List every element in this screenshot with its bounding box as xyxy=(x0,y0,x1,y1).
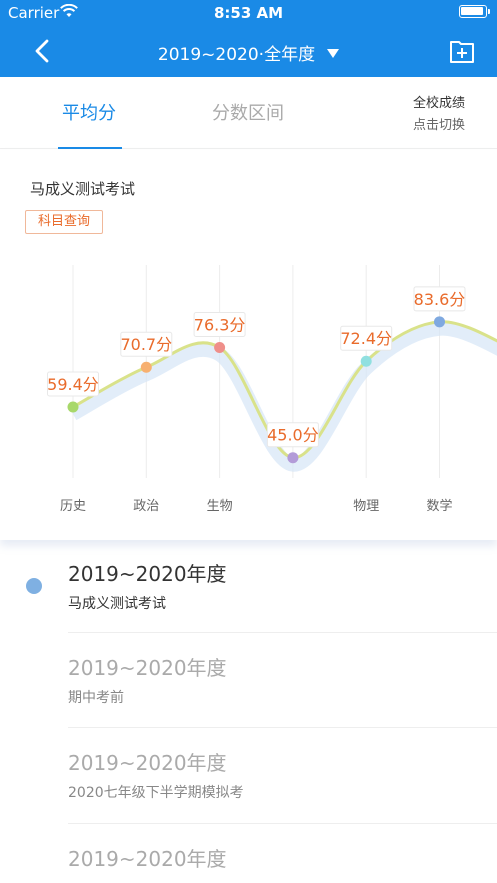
data-label: 70.7分 xyxy=(120,331,173,357)
x-tick-label: 物理 xyxy=(353,499,379,514)
data-label: 76.3分 xyxy=(193,312,246,338)
selected-dot-icon xyxy=(26,578,42,594)
record-year: 2019~2020年度 xyxy=(68,562,227,586)
data-label: 72.4分 xyxy=(340,325,393,351)
nav-title-text: 2019~2020·全年度 xyxy=(157,45,316,65)
x-tick-label: 生物 xyxy=(207,499,233,514)
svg-text:76.3分: 76.3分 xyxy=(194,316,246,335)
nav-bar: 2019~2020·全年度 xyxy=(0,26,497,77)
record-year: 2019~2020年度 xyxy=(68,847,227,871)
data-point xyxy=(67,401,79,413)
school-switch-title: 全校成绩 xyxy=(412,96,465,111)
data-point xyxy=(140,361,152,373)
record-year: 2019~2020年度 xyxy=(68,751,227,775)
record-item[interactable]: 2019~2020年度 xyxy=(68,843,497,872)
x-tick-label: 政治 xyxy=(133,499,159,514)
average-score-chart: 59.4分70.7分76.3分45.0分72.4分83.6分7 历史政治生物物理… xyxy=(47,265,497,514)
data-point xyxy=(360,355,372,367)
data-point xyxy=(434,316,445,328)
tab-average[interactable]: 平均分 xyxy=(62,99,116,125)
caret-down-icon xyxy=(327,49,340,58)
status-bar: Carrier 8:53 AM xyxy=(0,0,497,26)
record-item[interactable]: 2019~2020年度 马成义测试考试 xyxy=(68,558,497,613)
data-label: 83.6分 xyxy=(413,286,466,312)
exam-record-list: 2019~2020年度 马成义测试考试 2019~2020年度 期中考前 201… xyxy=(0,540,497,883)
record-item[interactable]: 2019~2020年度 期中考前 xyxy=(68,652,497,707)
add-folder-icon[interactable] xyxy=(449,38,475,64)
school-switch[interactable]: 全校成绩 点击切换 xyxy=(413,93,465,137)
svg-text:45.0分: 45.0分 xyxy=(267,426,319,445)
svg-text:70.7分: 70.7分 xyxy=(120,335,172,354)
subject-query-button[interactable]: 科目查询 xyxy=(25,210,103,234)
x-tick-label: 数学 xyxy=(426,498,452,514)
record-exam: 马成义测试考试 xyxy=(68,596,166,612)
battery-icon xyxy=(459,5,490,18)
app-header: Carrier 8:53 AM 2019~2020·全年度 xyxy=(0,0,497,77)
data-label: 59.4分 xyxy=(47,371,99,397)
record-year: 2019~2020年度 xyxy=(68,656,227,680)
svg-text:72.4分: 72.4分 xyxy=(340,329,392,348)
tab-active-indicator xyxy=(58,147,122,149)
exam-name: 马成义测试考试 xyxy=(30,180,136,198)
divider xyxy=(68,727,497,728)
data-point xyxy=(287,452,299,464)
divider xyxy=(68,632,497,633)
svg-text:59.4分: 59.4分 xyxy=(47,375,99,394)
record-item[interactable]: 2019~2020年度 2020七年级下半学期模拟考 xyxy=(68,747,497,802)
status-time: 8:53 AM xyxy=(213,4,284,22)
record-exam: 期中考前 xyxy=(68,690,124,706)
data-point xyxy=(214,342,226,354)
school-switch-subtitle: 点击切换 xyxy=(412,118,465,133)
divider xyxy=(68,823,497,824)
x-tick-label: 历史 xyxy=(60,499,86,514)
record-exam: 2020七年级下半学期模拟考 xyxy=(68,785,244,801)
data-label: 45.0分 xyxy=(266,422,319,448)
tab-score-range[interactable]: 分数区间 xyxy=(212,99,284,125)
chart-card: 马成义测试考试 科目查询 59.4分 70.7分 76.3分 45.0分 72.4分 83… xyxy=(0,150,497,540)
tab-bar: 平均分 分数区间 全校成绩 点击切换 xyxy=(0,77,497,149)
year-selector[interactable]: 2019~2020·全年度 xyxy=(0,40,497,65)
svg-text:83.6分: 83.6分 xyxy=(414,290,466,309)
